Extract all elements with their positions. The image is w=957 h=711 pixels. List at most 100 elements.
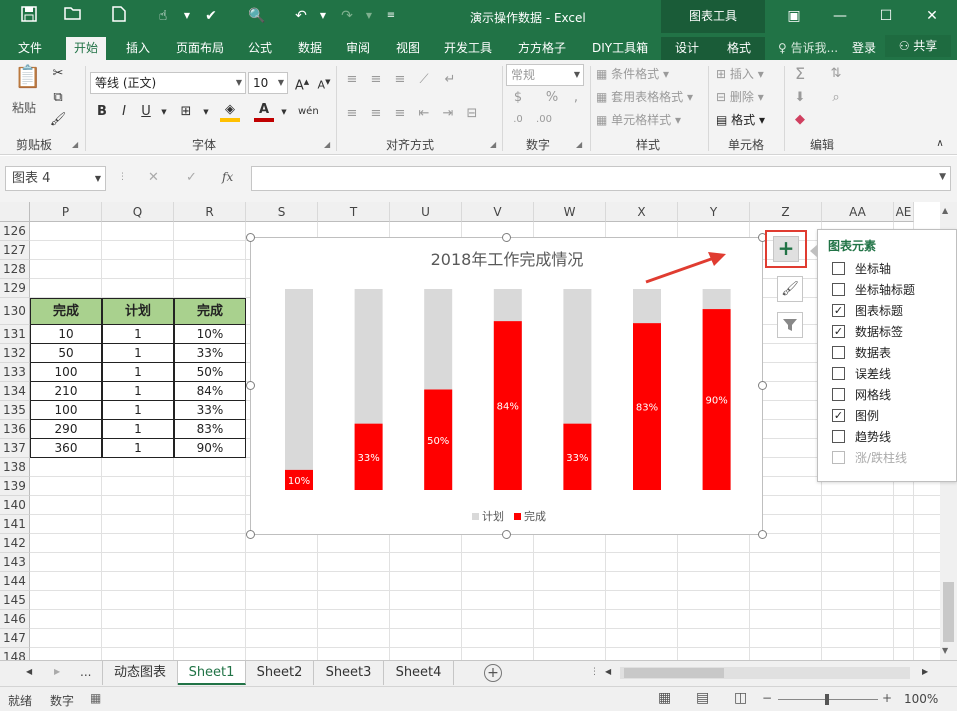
indent-increase-icon[interactable]: ⇥ bbox=[438, 104, 458, 124]
touch-icon[interactable]: ☝ bbox=[152, 6, 174, 26]
fill-color-icon[interactable]: ◈ bbox=[220, 100, 240, 122]
number-format-combo[interactable]: 常规 ▼ bbox=[506, 64, 584, 86]
cancel-icon[interactable]: ✕ bbox=[148, 170, 159, 185]
chevron-down-icon[interactable]: ▼ bbox=[358, 6, 380, 26]
row-header[interactable]: 147 bbox=[0, 629, 30, 648]
hscroll-right-icon[interactable]: ▶ bbox=[922, 667, 928, 676]
collapse-ribbon-icon[interactable]: ∧ bbox=[930, 134, 950, 154]
chart-element-option[interactable]: 数据表 bbox=[832, 344, 891, 362]
checkbox[interactable] bbox=[832, 388, 845, 401]
tab-page-layout[interactable]: 页面布局 bbox=[168, 37, 232, 60]
share-button[interactable]: ⚇ 共享 bbox=[885, 35, 951, 57]
cut-icon[interactable]: ✂ bbox=[48, 64, 68, 84]
sheet-tab-dynamic-chart[interactable]: 动态图表 bbox=[102, 661, 178, 685]
column-header[interactable]: AA bbox=[822, 202, 894, 222]
open-icon[interactable] bbox=[62, 6, 84, 26]
paste-icon[interactable]: 📋 bbox=[14, 67, 42, 98]
row-header[interactable]: 137 bbox=[0, 439, 30, 458]
orientation-icon[interactable]: ⟋ bbox=[414, 70, 434, 90]
italic-icon[interactable]: I bbox=[114, 102, 134, 122]
resize-handle[interactable] bbox=[758, 530, 767, 539]
column-header[interactable]: U bbox=[390, 202, 462, 222]
chevron-down-icon[interactable]: ▼ bbox=[154, 102, 174, 122]
row-header[interactable]: 134 bbox=[0, 382, 30, 401]
row-header[interactable]: 146 bbox=[0, 610, 30, 629]
column-header[interactable]: Z bbox=[750, 202, 822, 222]
chevron-down-icon[interactable]: ▼ bbox=[312, 6, 334, 26]
scroll-thumb[interactable] bbox=[943, 582, 954, 642]
checkbox[interactable] bbox=[832, 430, 845, 443]
alignment-launcher-icon[interactable]: ◢ bbox=[490, 140, 496, 149]
bold-icon[interactable]: B bbox=[92, 102, 112, 122]
resize-handle[interactable] bbox=[758, 381, 767, 390]
decrease-decimal-icon[interactable]: .00 bbox=[534, 110, 554, 130]
fill-icon[interactable]: ⬇ bbox=[790, 88, 810, 108]
table-cell[interactable]: 10 bbox=[30, 325, 102, 344]
login-link[interactable]: 登录 bbox=[844, 37, 884, 60]
column-header[interactable]: T bbox=[318, 202, 390, 222]
table-cell[interactable]: 100 bbox=[30, 363, 102, 382]
table-cell[interactable]: 1 bbox=[102, 382, 174, 401]
chart-styles-button[interactable]: 🖌 bbox=[777, 276, 803, 302]
table-cell[interactable]: 50 bbox=[30, 344, 102, 363]
chart-elements-button[interactable]: + bbox=[773, 236, 799, 262]
spell-icon[interactable]: ✔ bbox=[200, 6, 222, 26]
row-header[interactable]: 145 bbox=[0, 591, 30, 610]
scroll-up-icon[interactable]: ▲ bbox=[942, 206, 948, 215]
number-launcher-icon[interactable]: ◢ bbox=[576, 140, 582, 149]
tab-data[interactable]: 数据 bbox=[290, 37, 330, 60]
currency-icon[interactable]: $ bbox=[508, 88, 528, 108]
font-launcher-icon[interactable]: ◢ bbox=[324, 140, 330, 149]
format-painter-icon[interactable]: 🖌 bbox=[48, 110, 68, 130]
resize-handle[interactable] bbox=[502, 233, 511, 242]
column-header[interactable]: Q bbox=[102, 202, 174, 222]
underline-icon[interactable]: U bbox=[136, 102, 156, 122]
row-header[interactable]: 135 bbox=[0, 401, 30, 420]
chart-element-option[interactable]: ✓ 图表标题 bbox=[832, 302, 903, 320]
copy-icon[interactable]: ⧉ bbox=[48, 88, 68, 108]
customize-qat-icon[interactable]: ≡ bbox=[380, 6, 402, 26]
chart-element-option[interactable]: 趋势线 bbox=[832, 428, 891, 446]
format-as-table-button[interactable]: ▦ 套用表格格式 ▾ bbox=[596, 87, 693, 107]
table-cell[interactable]: 360 bbox=[30, 439, 102, 458]
table-cell[interactable]: 83% bbox=[174, 420, 246, 439]
column-header[interactable]: P bbox=[30, 202, 102, 222]
chevron-down-icon[interactable]: ▼ bbox=[176, 6, 198, 26]
new-icon[interactable] bbox=[108, 6, 130, 26]
scroll-left-icon[interactable]: ◀ bbox=[26, 667, 32, 676]
sheet-tab-sheet2[interactable]: Sheet2 bbox=[246, 661, 314, 685]
row-header[interactable]: 139 bbox=[0, 477, 30, 496]
row-header[interactable]: 144 bbox=[0, 572, 30, 591]
row-header[interactable]: 133 bbox=[0, 363, 30, 382]
indent-decrease-icon[interactable]: ⇤ bbox=[414, 104, 434, 124]
cell-styles-button[interactable]: ▦ 单元格样式 ▾ bbox=[596, 110, 681, 130]
wrap-text-icon[interactable]: ↵ bbox=[440, 70, 460, 90]
align-middle-icon[interactable]: ≡ bbox=[366, 70, 386, 90]
align-left-icon[interactable]: ≡ bbox=[342, 104, 362, 124]
horizontal-scrollbar[interactable] bbox=[620, 667, 910, 679]
save-icon[interactable] bbox=[18, 6, 40, 26]
row-header[interactable]: 140 bbox=[0, 496, 30, 515]
column-header[interactable]: R bbox=[174, 202, 246, 222]
chart-element-option[interactable]: ✓ 图例 bbox=[832, 407, 879, 425]
decrease-font-icon[interactable]: A▼ bbox=[314, 72, 334, 92]
more-sheets-button[interactable]: ... bbox=[80, 665, 91, 679]
autosum-icon[interactable]: Σ bbox=[790, 64, 810, 84]
align-bottom-icon[interactable]: ≡ bbox=[390, 70, 410, 90]
tab-fangfang[interactable]: 方方格子 bbox=[510, 37, 574, 60]
redo-icon[interactable]: ↷ bbox=[336, 6, 358, 26]
column-header[interactable]: S bbox=[246, 202, 318, 222]
row-header[interactable]: 128 bbox=[0, 260, 30, 279]
chart-filters-button[interactable] bbox=[777, 312, 803, 338]
row-header[interactable]: 132 bbox=[0, 344, 30, 363]
borders-icon[interactable]: ⊞ bbox=[176, 102, 196, 122]
paste-button[interactable]: 粘贴 bbox=[12, 98, 36, 118]
zoom-out-icon[interactable]: − bbox=[762, 691, 772, 705]
delete-cells-button[interactable]: ⊟ 删除 ▾ bbox=[716, 87, 764, 107]
chart-element-option[interactable]: 坐标轴标题 bbox=[832, 281, 915, 299]
normal-view-icon[interactable]: ▦ bbox=[658, 690, 671, 706]
table-cell[interactable]: 1 bbox=[102, 344, 174, 363]
tab-format[interactable]: 格式 bbox=[713, 37, 765, 60]
conditional-format-button[interactable]: ▦ 条件格式 ▾ bbox=[596, 64, 669, 84]
column-header[interactable]: V bbox=[462, 202, 534, 222]
